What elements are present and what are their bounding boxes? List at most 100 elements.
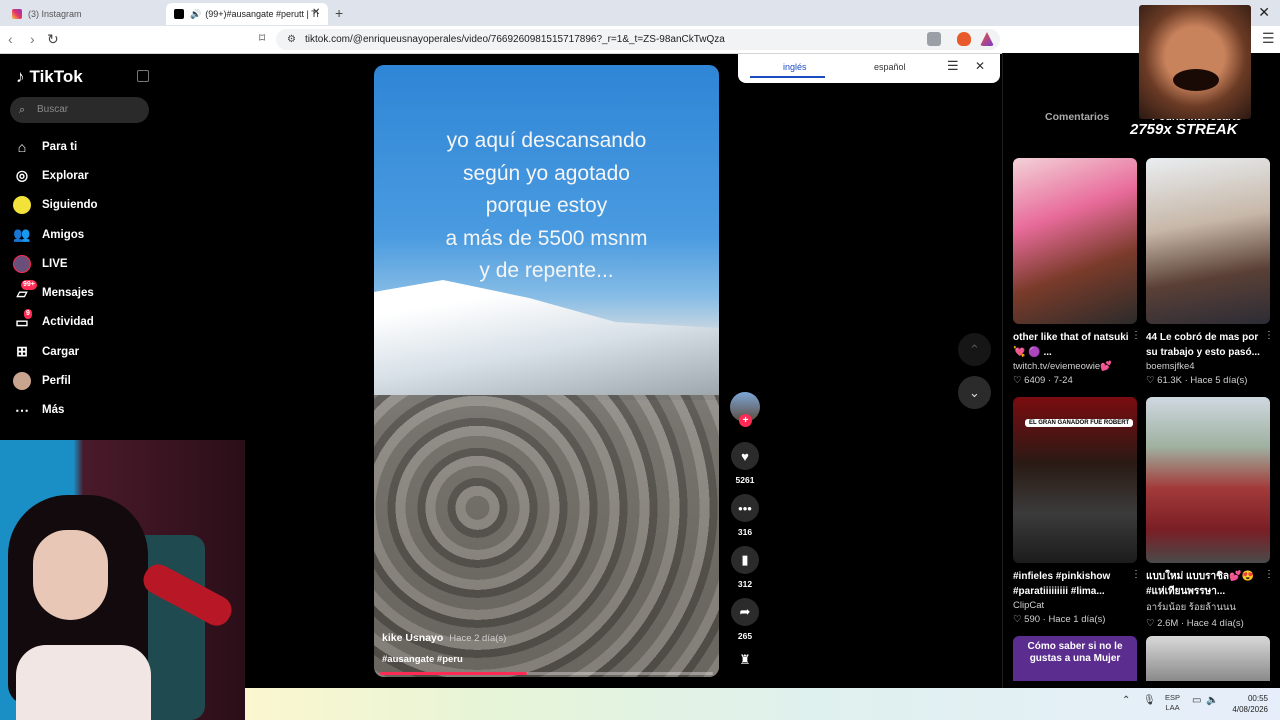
- card-more-icon[interactable]: ⋮: [1264, 330, 1274, 341]
- video-author[interactable]: kike Usnayo Hace 2 día(s): [382, 632, 506, 644]
- translate-lang-from[interactable]: inglés: [783, 62, 807, 72]
- search-input[interactable]: ⌕ Buscar: [10, 97, 149, 123]
- activity-icon: ▭ 9: [15, 309, 32, 330]
- friends-icon: 👥: [13, 226, 31, 243]
- sidebar-item-mas[interactable]: ⋯ Más: [12, 396, 162, 425]
- save-action[interactable]: ▮ 312: [730, 546, 760, 589]
- recommended-card[interactable]: ⋮ other like that of natsuki 💘 🟣 ... twi…: [1013, 158, 1141, 386]
- profile-icon: [12, 371, 32, 391]
- previous-video-button[interactable]: ⌃: [958, 333, 991, 366]
- bookmark-icon[interactable]: ▮: [731, 546, 759, 574]
- tab-comentarios[interactable]: Comentarios: [1045, 111, 1109, 123]
- forward-icon[interactable]: ›: [30, 31, 35, 47]
- sidebar-item-cargar[interactable]: ⊞ Cargar: [12, 337, 162, 366]
- like-action[interactable]: ♥ 5261: [730, 442, 760, 485]
- card-meta: ♡ 2.6M · Hace 4 día(s): [1146, 618, 1244, 629]
- video-progress-bar[interactable]: [380, 672, 713, 675]
- reload-icon[interactable]: ↻: [47, 31, 59, 48]
- card-user[interactable]: twitch.tv/eviemeowie💕: [1013, 361, 1137, 372]
- meme-face-overlay: [1139, 5, 1251, 119]
- language-indicator[interactable]: ESP LAA: [1165, 693, 1180, 713]
- sidebar-item-live[interactable]: LIVE: [12, 249, 162, 278]
- share-icon[interactable]: ➦: [731, 598, 759, 626]
- share-action[interactable]: ➦ 265: [730, 598, 760, 641]
- close-window-button[interactable]: ✕: [1258, 4, 1270, 21]
- card-thumbnail[interactable]: [1146, 636, 1270, 681]
- menu-icon[interactable]: ☰: [1262, 30, 1275, 47]
- card-title[interactable]: other like that of natsuki 💘 🟣 ...: [1013, 330, 1137, 360]
- music-disc-icon[interactable]: ♜: [730, 652, 760, 668]
- video-hashtags[interactable]: #ausangate #peru: [382, 654, 463, 665]
- card-thumbnail[interactable]: EL GRAN GANADOR FUE ROBERT: [1013, 397, 1137, 563]
- card-more-icon[interactable]: ⋮: [1131, 569, 1141, 580]
- card-user[interactable]: boemsjfke4: [1146, 361, 1270, 372]
- recommended-card[interactable]: ⋮ แบบใหม่ แบบราชิล💕😍 #แห่เทียนพรรษา... อ…: [1146, 397, 1274, 629]
- sidebar-item-label: Más: [42, 404, 65, 417]
- new-tab-button[interactable]: +: [335, 5, 343, 21]
- tab-tiktok[interactable]: 🔊 (99+)#ausangate #perutt | Ti: [166, 3, 328, 25]
- collapse-sidebar-icon[interactable]: [137, 70, 149, 82]
- avatar[interactable]: +: [730, 392, 760, 427]
- instagram-icon: [12, 9, 22, 19]
- recommended-card[interactable]: ⋮ 44 Le cobró de mas por su trabajo y es…: [1146, 158, 1274, 386]
- display-icon[interactable]: ▭: [1192, 695, 1201, 706]
- sidebar-item-label: Explorar: [42, 169, 89, 182]
- search-placeholder: Buscar: [37, 104, 69, 115]
- progress-fill: [380, 672, 527, 675]
- card-more-icon[interactable]: ⋮: [1131, 330, 1141, 341]
- taskbar-clock[interactable]: 00:55 4/08/2026: [1230, 693, 1268, 715]
- translate-lang-to[interactable]: español: [874, 62, 906, 72]
- card-thumbnail[interactable]: Cómo saber si no le gustas a una Mujer: [1013, 636, 1137, 681]
- messages-icon: ▱ 99+: [16, 280, 37, 301]
- card-title[interactable]: 44 Le cobró de mas por su trabajo y esto…: [1146, 330, 1270, 360]
- card-user[interactable]: อาร์มน้อย ร้อยล้านนน: [1146, 600, 1270, 615]
- next-video-button[interactable]: ⌄: [958, 376, 991, 409]
- card-thumbnail[interactable]: [1013, 158, 1137, 324]
- brave-shield-icon[interactable]: [957, 32, 971, 46]
- activity-badge: 9: [24, 309, 32, 320]
- tray-chevron-icon[interactable]: ⌃: [1122, 695, 1130, 706]
- url-field[interactable]: ⚙ tiktok.com/@enriqueusnayoperales/video…: [276, 29, 1000, 50]
- sidebar-item-mensajes[interactable]: ▱ 99+ Mensajes: [12, 278, 162, 307]
- sidebar-item-explorar[interactable]: ◎ Explorar: [12, 161, 162, 190]
- following-icon: [12, 195, 32, 215]
- bookmark-icon[interactable]: ⌑: [259, 31, 265, 45]
- card-title[interactable]: แบบใหม่ แบบราชิล💕😍 #แห่เทียนพรรษา...: [1146, 569, 1270, 599]
- video-player[interactable]: yo aquí descansando según yo agotado por…: [374, 65, 719, 677]
- card-title[interactable]: #infieles #pinkishow #paratiiiiiiiii #li…: [1013, 569, 1137, 599]
- speaker-icon[interactable]: 🔊: [190, 9, 201, 20]
- sidebar-item-actividad[interactable]: ▭ 9 Actividad: [12, 308, 162, 337]
- close-tab-icon[interactable]: ✕: [312, 7, 320, 18]
- close-popup-icon[interactable]: ✕: [975, 59, 985, 73]
- card-thumbnail[interactable]: [1146, 158, 1270, 324]
- follow-plus-icon[interactable]: +: [739, 414, 752, 427]
- creator-avatar[interactable]: +: [730, 392, 760, 427]
- author-name[interactable]: kike Usnayo: [382, 632, 443, 644]
- mic-icon[interactable]: 🎙: [1143, 695, 1156, 706]
- streak-counter: 2759x STREAK: [1130, 121, 1238, 138]
- sidebar-item-label: LIVE: [42, 257, 68, 270]
- compass-icon: ◎: [15, 167, 29, 184]
- heart-icon[interactable]: ♥: [731, 442, 759, 470]
- comment-icon[interactable]: •••: [731, 494, 759, 522]
- card-user[interactable]: ClipCat: [1013, 600, 1137, 611]
- tab-instagram[interactable]: (3) Instagram: [4, 3, 164, 25]
- brand-name: TikTok: [29, 67, 83, 86]
- translate-icon[interactable]: [927, 32, 941, 46]
- sidebar-item-siguiendo[interactable]: Siguiendo: [12, 191, 162, 220]
- site-settings-icon[interactable]: ⚙: [287, 29, 296, 50]
- back-icon[interactable]: ‹: [8, 31, 13, 47]
- volume-icon[interactable]: 🔈: [1206, 695, 1218, 706]
- sidebar-item-perfil[interactable]: Perfil: [12, 366, 162, 395]
- sidebar-item-label: Amigos: [42, 228, 85, 241]
- recommended-card[interactable]: EL GRAN GANADOR FUE ROBERT ⋮ #infieles #…: [1013, 397, 1141, 625]
- tab-title: (3) Instagram: [28, 9, 82, 19]
- sidebar-item-amigos[interactable]: 👥 Amigos: [12, 220, 162, 249]
- live-icon: [12, 254, 32, 274]
- comment-action[interactable]: ••• 316: [730, 494, 760, 537]
- options-menu-icon[interactable]: ☰: [947, 58, 959, 74]
- sidebar-item-para-ti[interactable]: ⌂ Para ti: [12, 132, 162, 161]
- tiktok-logo[interactable]: ♪ TikTok: [16, 67, 83, 87]
- card-more-icon[interactable]: ⋮: [1264, 569, 1274, 580]
- card-thumbnail[interactable]: [1146, 397, 1270, 563]
